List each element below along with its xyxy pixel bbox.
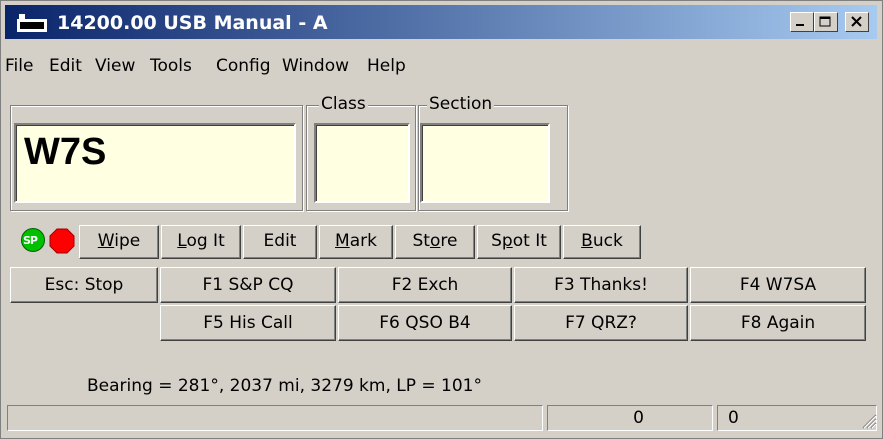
- f2-button[interactable]: F2 Exch: [338, 267, 512, 303]
- stop-indicator-icon[interactable]: [49, 228, 75, 254]
- statusbar-cell-value: 0: [717, 405, 877, 431]
- section-label: Section: [427, 94, 495, 114]
- f8-button[interactable]: F8 Again: [690, 305, 866, 341]
- f5-button[interactable]: F5 His Call: [160, 305, 336, 341]
- app-window: 14200.00 USB Manual - A File Edit View T…: [0, 0, 883, 439]
- spot-it-button[interactable]: Spot It: [477, 225, 561, 259]
- menu-file[interactable]: File: [5, 56, 33, 76]
- call-input[interactable]: W7S: [14, 123, 296, 203]
- maximize-icon: [819, 16, 831, 27]
- minimize-button[interactable]: [790, 12, 814, 32]
- f7-button[interactable]: F7 QRZ?: [514, 305, 688, 341]
- title-bar[interactable]: 14200.00 USB Manual - A: [5, 5, 877, 39]
- call-value: W7S: [24, 131, 107, 173]
- edit-button[interactable]: Edit: [243, 225, 317, 259]
- section-input[interactable]: [420, 123, 550, 203]
- menu-tools[interactable]: Tools: [150, 56, 192, 76]
- app-icon: [17, 14, 47, 32]
- esc-stop-button[interactable]: Esc: Stop: [10, 267, 158, 303]
- statusbar-cell-count: 0: [547, 405, 713, 431]
- log-it-button[interactable]: Log It: [161, 225, 241, 259]
- menu-config[interactable]: Config: [216, 56, 271, 76]
- menu-help[interactable]: Help: [367, 56, 406, 76]
- store-button[interactable]: Store: [395, 225, 475, 259]
- wipe-button[interactable]: Wipe: [79, 225, 159, 259]
- sp-indicator-icon[interactable]: SP: [21, 228, 45, 252]
- close-icon: [851, 16, 862, 27]
- bearing-info: Bearing = 281°, 2037 mi, 3279 km, LP = 1…: [87, 376, 482, 396]
- f1-button[interactable]: F1 S&P CQ: [160, 267, 336, 303]
- f4-button[interactable]: F4 W7SA: [690, 267, 866, 303]
- mark-button[interactable]: Mark: [319, 225, 393, 259]
- resize-grip-icon[interactable]: [859, 411, 877, 429]
- class-input[interactable]: [314, 123, 410, 203]
- menu-view[interactable]: View: [95, 56, 135, 76]
- statusbar-cell-main: [7, 405, 543, 431]
- f6-button[interactable]: F6 QSO B4: [338, 305, 512, 341]
- menu-edit[interactable]: Edit: [49, 56, 82, 76]
- minimize-icon: [796, 24, 804, 26]
- sp-indicator-label: SP: [23, 234, 38, 247]
- menu-window[interactable]: Window: [282, 56, 349, 76]
- class-label: Class: [319, 94, 368, 114]
- maximize-button[interactable]: [814, 12, 838, 32]
- f3-button[interactable]: F3 Thanks!: [514, 267, 688, 303]
- buck-button[interactable]: Buck: [563, 225, 641, 259]
- window-title: 14200.00 USB Manual - A: [57, 12, 328, 34]
- close-button[interactable]: [845, 12, 869, 32]
